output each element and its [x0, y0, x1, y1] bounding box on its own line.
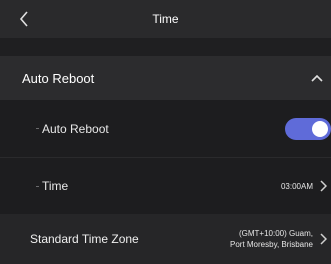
- chevron-left-icon: [19, 11, 28, 27]
- spacer: [0, 38, 331, 56]
- time-value: 03:00AM: [280, 181, 313, 191]
- time-settings-screen: Time Auto Reboot Auto Reboot Time 03:00A…: [0, 0, 331, 264]
- reboot-time-row[interactable]: Time 03:00AM: [0, 158, 331, 214]
- time-zone-chevron: [317, 232, 329, 246]
- standard-time-zone-row[interactable]: Standard Time Zone (GMT+10:00) Guam, Por…: [0, 214, 331, 264]
- collapse-button[interactable]: [309, 70, 325, 86]
- auto-reboot-toggle[interactable]: [285, 117, 331, 140]
- chevron-up-icon: [311, 74, 323, 82]
- auto-reboot-section-header[interactable]: Auto Reboot: [0, 56, 331, 100]
- back-button[interactable]: [14, 9, 34, 29]
- indent-marker: [36, 185, 39, 187]
- indent-marker: [36, 128, 39, 129]
- chevron-right-icon: [319, 180, 327, 192]
- time-zone-value-line2: Port Moresby, Brisbane: [230, 240, 313, 249]
- header-bar: Time: [0, 0, 331, 38]
- section-title: Auto Reboot: [22, 70, 95, 86]
- time-zone-value: (GMT+10:00) Guam, Port Moresby, Brisbane: [230, 228, 313, 250]
- chevron-right-icon: [319, 233, 327, 245]
- page-title: Time: [152, 12, 179, 26]
- time-label: Time: [42, 179, 69, 193]
- auto-reboot-label: Auto Reboot: [42, 121, 109, 136]
- toggle-knob: [312, 120, 328, 137]
- time-zone-label: Standard Time Zone: [30, 232, 139, 246]
- time-chevron: [317, 179, 329, 193]
- auto-reboot-row: Auto Reboot: [0, 100, 331, 158]
- time-zone-value-line1: (GMT+10:00) Guam,: [238, 229, 313, 238]
